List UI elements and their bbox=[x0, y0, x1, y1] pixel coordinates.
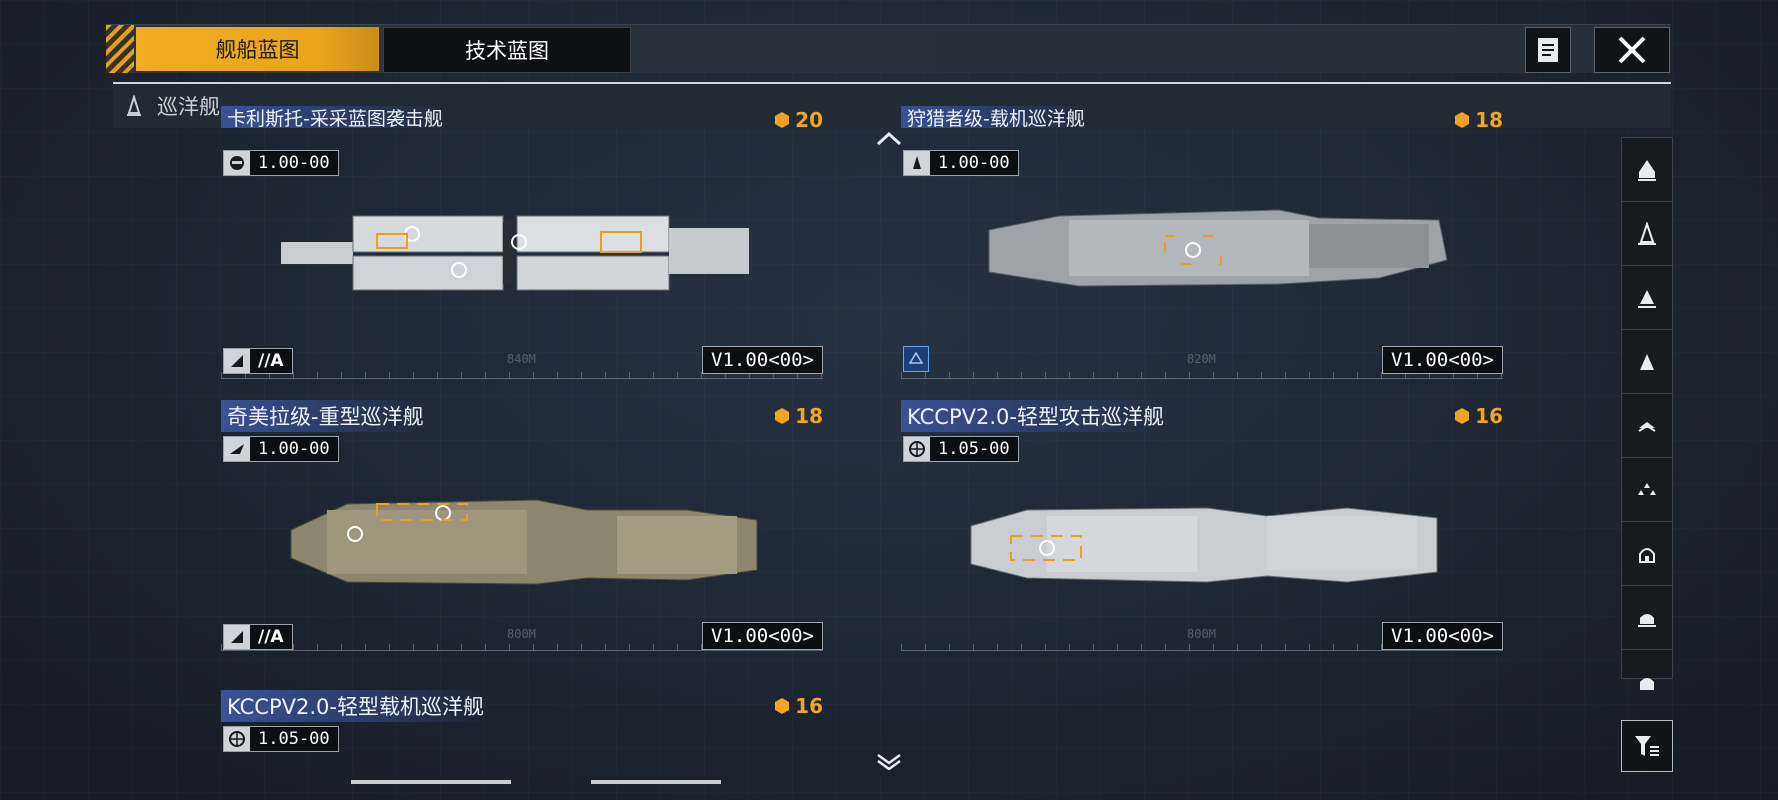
length-label: 800M bbox=[507, 627, 536, 641]
tier-badge: //A bbox=[223, 348, 293, 374]
filter-button[interactable] bbox=[1621, 720, 1673, 772]
tab-ship-blueprints[interactable]: 舰船蓝图 bbox=[136, 27, 379, 71]
blueprint-type-badge bbox=[903, 346, 929, 372]
close-button[interactable] bbox=[1594, 27, 1670, 73]
class-filter-sidebar bbox=[1621, 137, 1673, 690]
version-label: V1.00<00> bbox=[702, 346, 823, 374]
scroll-up-chevron-icon[interactable] bbox=[875, 130, 903, 148]
ship-card[interactable]: KCCPV2.0-轻型攻击巡洋舰 16 1.05-00 800M V1.00<0… bbox=[901, 400, 1503, 676]
ship-cost: 18 bbox=[773, 404, 823, 428]
tab-tech-blueprints[interactable]: 技术蓝图 bbox=[383, 27, 631, 73]
ship-name: 狩猎者级-载机巡洋舰 bbox=[901, 106, 1091, 130]
ship-name: 卡利斯托-采采蓝图袭击舰 bbox=[221, 106, 449, 130]
ship-cost: 16 bbox=[773, 694, 823, 718]
cruiser-class-icon bbox=[127, 95, 141, 116]
scale-ruler bbox=[901, 644, 1503, 651]
scale-ruler bbox=[901, 372, 1503, 379]
ship-card[interactable]: 奇美拉级-重型巡洋舰 18 1.00-00 //A 800M V1.00<00> bbox=[221, 400, 823, 676]
hazard-stripe bbox=[106, 25, 134, 73]
ship-card[interactable]: 狩猎者级-载机巡洋舰 18 1.00-00 820M V1.00<00> bbox=[901, 106, 1503, 392]
notes-button[interactable] bbox=[1525, 27, 1571, 73]
hammer-faction-icon bbox=[224, 349, 250, 373]
corvette-class-icon[interactable] bbox=[1622, 394, 1672, 458]
ship-cost: 20 bbox=[773, 108, 823, 132]
globe-icon bbox=[224, 727, 250, 751]
version-small: 1.00-00 bbox=[223, 436, 339, 462]
blueprint-icon bbox=[908, 351, 924, 364]
destroyer-class-icon[interactable] bbox=[1622, 266, 1672, 330]
ship-card[interactable]: 卡利斯托-采采蓝图袭击舰 20 1.00-00 //A 840M V1.00<0… bbox=[221, 106, 823, 392]
ship-name: KCCPV2.0-轻型攻击巡洋舰 bbox=[901, 400, 1170, 432]
cost-hex-icon bbox=[775, 112, 790, 128]
version-label: V1.00<00> bbox=[702, 622, 823, 650]
version-small: 1.00-00 bbox=[903, 150, 1019, 176]
battleship-class-icon[interactable] bbox=[1622, 522, 1672, 586]
cost-hex-icon bbox=[1455, 112, 1470, 128]
length-label: 840M bbox=[507, 352, 536, 366]
version-label: V1.00<00> bbox=[1382, 346, 1503, 374]
ship-blueprint-image bbox=[281, 215, 749, 291]
ship-card[interactable]: KCCPV2.0-轻型载机巡洋舰 16 1.05-00 bbox=[221, 690, 823, 790]
scroll-down-chevron-icon[interactable] bbox=[875, 752, 903, 770]
ship-cost: 16 bbox=[1453, 404, 1503, 428]
version-small: 1.00-00 bbox=[223, 150, 339, 176]
auxiliary-class-icon[interactable] bbox=[1622, 586, 1672, 650]
filter-icon bbox=[1635, 736, 1659, 756]
length-label: 820M bbox=[1187, 352, 1216, 366]
globe-icon bbox=[904, 437, 930, 461]
fighter-class-icon[interactable] bbox=[1622, 458, 1672, 522]
close-icon bbox=[1618, 36, 1646, 64]
cruiser-class-icon[interactable] bbox=[1622, 202, 1672, 266]
hammer-faction-icon bbox=[224, 151, 250, 175]
document-list-icon bbox=[1538, 38, 1558, 62]
category-label: 巡洋舰 bbox=[157, 95, 220, 119]
ship-blueprint-image bbox=[970, 507, 1438, 583]
ship-name: KCCPV2.0-轻型载机巡洋舰 bbox=[221, 690, 490, 722]
tier-badge: //A bbox=[223, 624, 293, 650]
scale-ruler bbox=[221, 644, 823, 651]
support-class-icon[interactable] bbox=[1622, 650, 1672, 713]
version-small: 1.05-00 bbox=[223, 726, 339, 752]
carrier-class-icon[interactable] bbox=[1622, 138, 1672, 202]
ship-blueprint-image bbox=[351, 780, 721, 784]
cost-hex-icon bbox=[775, 698, 790, 714]
ship-cost: 18 bbox=[1453, 108, 1503, 132]
ship-name: 奇美拉级-重型巡洋舰 bbox=[221, 400, 430, 432]
wing-faction-icon bbox=[224, 437, 250, 461]
cost-hex-icon bbox=[1455, 408, 1470, 424]
ship-faction-icon bbox=[904, 151, 930, 175]
scale-ruler bbox=[221, 372, 823, 379]
frigate-class-icon[interactable] bbox=[1622, 330, 1672, 394]
ship-blueprint-image bbox=[290, 499, 758, 585]
top-tab-bar: 舰船蓝图 技术蓝图 bbox=[106, 24, 1671, 73]
ship-blueprint-image bbox=[988, 209, 1448, 287]
cost-hex-icon bbox=[775, 408, 790, 424]
version-label: V1.00<00> bbox=[1382, 622, 1503, 650]
version-small: 1.05-00 bbox=[903, 436, 1019, 462]
hammer-faction-icon bbox=[224, 625, 250, 649]
length-label: 800M bbox=[1187, 627, 1216, 641]
